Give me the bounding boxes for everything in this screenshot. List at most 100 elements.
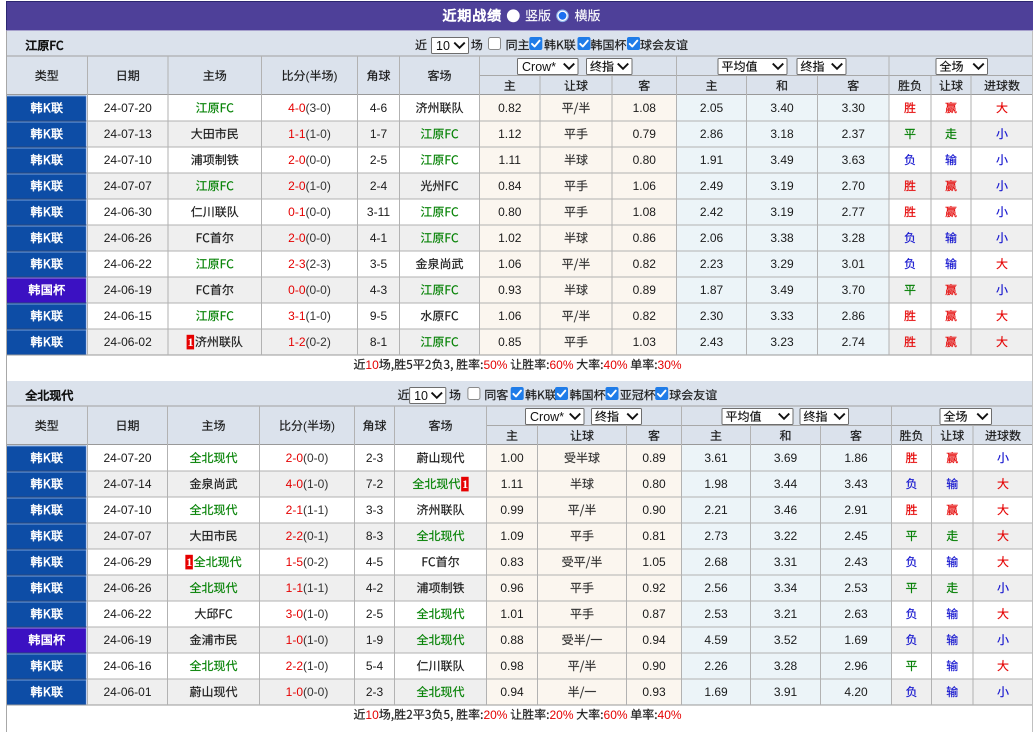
svg-text:2.56: 2.56: [704, 581, 728, 595]
svg-text:0.94: 0.94: [500, 685, 524, 699]
svg-text:3.70: 3.70: [842, 283, 866, 297]
svg-text:3.38: 3.38: [770, 231, 794, 245]
svg-text:(0-2): (0-2): [306, 335, 331, 349]
svg-text:(0-0): (0-0): [306, 153, 331, 167]
svg-text:2.06: 2.06: [700, 231, 724, 245]
svg-text:(1-0): (1-0): [303, 659, 328, 673]
svg-text:(0-2): (0-2): [303, 555, 328, 569]
svg-text:3.69: 3.69: [774, 451, 798, 465]
svg-text:): ): [334, 69, 338, 83]
svg-text:0.98: 0.98: [500, 659, 524, 673]
svg-text:2.70: 2.70: [842, 179, 866, 193]
svg-text:1.98: 1.98: [704, 477, 728, 491]
svg-text:1: 1: [462, 477, 468, 491]
svg-text:2-5: 2-5: [366, 607, 384, 621]
svg-text:2-5: 2-5: [370, 153, 388, 167]
svg-text:24-06-16: 24-06-16: [103, 659, 151, 673]
svg-text:0-0: 0-0: [288, 283, 306, 297]
svg-text:0.88: 0.88: [500, 633, 524, 647]
svg-text:1.86: 1.86: [844, 451, 868, 465]
svg-text:1.06: 1.06: [498, 309, 522, 323]
svg-text:10: 10: [365, 358, 379, 372]
svg-text:2.96: 2.96: [844, 659, 868, 673]
svg-text:2.63: 2.63: [844, 607, 868, 621]
svg-text:2.26: 2.26: [704, 659, 728, 673]
svg-text:9-5: 9-5: [370, 309, 388, 323]
svg-text:0.83: 0.83: [500, 555, 524, 569]
svg-text:20%: 20%: [549, 708, 573, 722]
svg-text:2.68: 2.68: [704, 555, 728, 569]
svg-text:0.93: 0.93: [642, 685, 666, 699]
svg-text:1.87: 1.87: [700, 283, 724, 297]
svg-text:3.52: 3.52: [774, 633, 798, 647]
svg-text:2-0: 2-0: [286, 451, 304, 465]
svg-text:1.06: 1.06: [633, 179, 657, 193]
svg-text:(1-0): (1-0): [303, 633, 328, 647]
svg-text:1.01: 1.01: [500, 607, 524, 621]
svg-text:1.09: 1.09: [500, 529, 524, 543]
svg-text:2.42: 2.42: [700, 205, 724, 219]
svg-text:3.18: 3.18: [770, 127, 794, 141]
svg-text:40%: 40%: [658, 708, 682, 722]
svg-text:1-0: 1-0: [286, 685, 304, 699]
svg-text:3.49: 3.49: [770, 153, 794, 167]
svg-text:1.03: 1.03: [633, 335, 657, 349]
svg-text:4.59: 4.59: [704, 633, 728, 647]
svg-text:1.08: 1.08: [633, 101, 657, 115]
svg-text:0.92: 0.92: [642, 581, 666, 595]
svg-text:(0-0): (0-0): [306, 231, 331, 245]
svg-text:1.02: 1.02: [498, 231, 522, 245]
svg-text:1-5: 1-5: [286, 555, 304, 569]
svg-text:10: 10: [414, 389, 428, 403]
svg-text:1-2: 1-2: [288, 335, 306, 349]
svg-text:1: 1: [188, 335, 194, 349]
svg-text:3.43: 3.43: [844, 477, 868, 491]
svg-text:(0-0): (0-0): [306, 283, 331, 297]
svg-text:2.86: 2.86: [842, 309, 866, 323]
svg-text:2.53: 2.53: [844, 581, 868, 595]
svg-text:1-7: 1-7: [370, 127, 388, 141]
svg-text:3.01: 3.01: [842, 257, 866, 271]
svg-text:1.06: 1.06: [498, 257, 522, 271]
svg-text:2-3: 2-3: [366, 451, 384, 465]
svg-text:2.73: 2.73: [704, 529, 728, 543]
svg-text:3.46: 3.46: [774, 503, 798, 517]
svg-text:0.94: 0.94: [642, 633, 666, 647]
svg-text:10: 10: [365, 708, 379, 722]
svg-text:1.00: 1.00: [500, 451, 524, 465]
svg-text:24-07-07: 24-07-07: [104, 179, 152, 193]
svg-text:10: 10: [436, 39, 450, 53]
svg-text:1: 1: [186, 555, 192, 569]
svg-text:3.91: 3.91: [774, 685, 798, 699]
svg-text:(1-0): (1-0): [306, 309, 331, 323]
svg-text:3.33: 3.33: [770, 309, 794, 323]
svg-text:1.08: 1.08: [633, 205, 657, 219]
svg-text:4-6: 4-6: [370, 101, 388, 115]
svg-text:3.22: 3.22: [774, 529, 798, 543]
svg-text:2-1: 2-1: [286, 503, 304, 517]
svg-text:Crow*: Crow*: [522, 60, 556, 74]
svg-text:(0-0): (0-0): [303, 451, 328, 465]
svg-text:(1-1): (1-1): [303, 503, 328, 517]
svg-text:1.11: 1.11: [499, 153, 522, 167]
svg-text:5-4: 5-4: [366, 659, 384, 673]
svg-text:3.31: 3.31: [774, 555, 798, 569]
svg-text:3-0: 3-0: [286, 607, 304, 621]
svg-text:1-0: 1-0: [286, 633, 304, 647]
svg-text:24-07-10: 24-07-10: [103, 503, 151, 517]
svg-text:0.96: 0.96: [500, 581, 524, 595]
svg-text:4-2: 4-2: [366, 581, 384, 595]
svg-text:24-06-22: 24-06-22: [103, 607, 151, 621]
svg-text:3.19: 3.19: [770, 179, 794, 193]
svg-text:(1-0): (1-0): [306, 127, 331, 141]
svg-text:0.90: 0.90: [642, 659, 666, 673]
svg-text:0.80: 0.80: [642, 477, 666, 491]
svg-text:24-06-02: 24-06-02: [104, 335, 152, 349]
svg-text:24-07-20: 24-07-20: [103, 451, 151, 465]
svg-text:2-0: 2-0: [288, 231, 306, 245]
svg-text:2.43: 2.43: [700, 335, 724, 349]
svg-text:3.63: 3.63: [842, 153, 866, 167]
svg-text:2-0: 2-0: [288, 153, 306, 167]
svg-text:50%: 50%: [483, 358, 507, 372]
svg-text:0.89: 0.89: [642, 451, 666, 465]
